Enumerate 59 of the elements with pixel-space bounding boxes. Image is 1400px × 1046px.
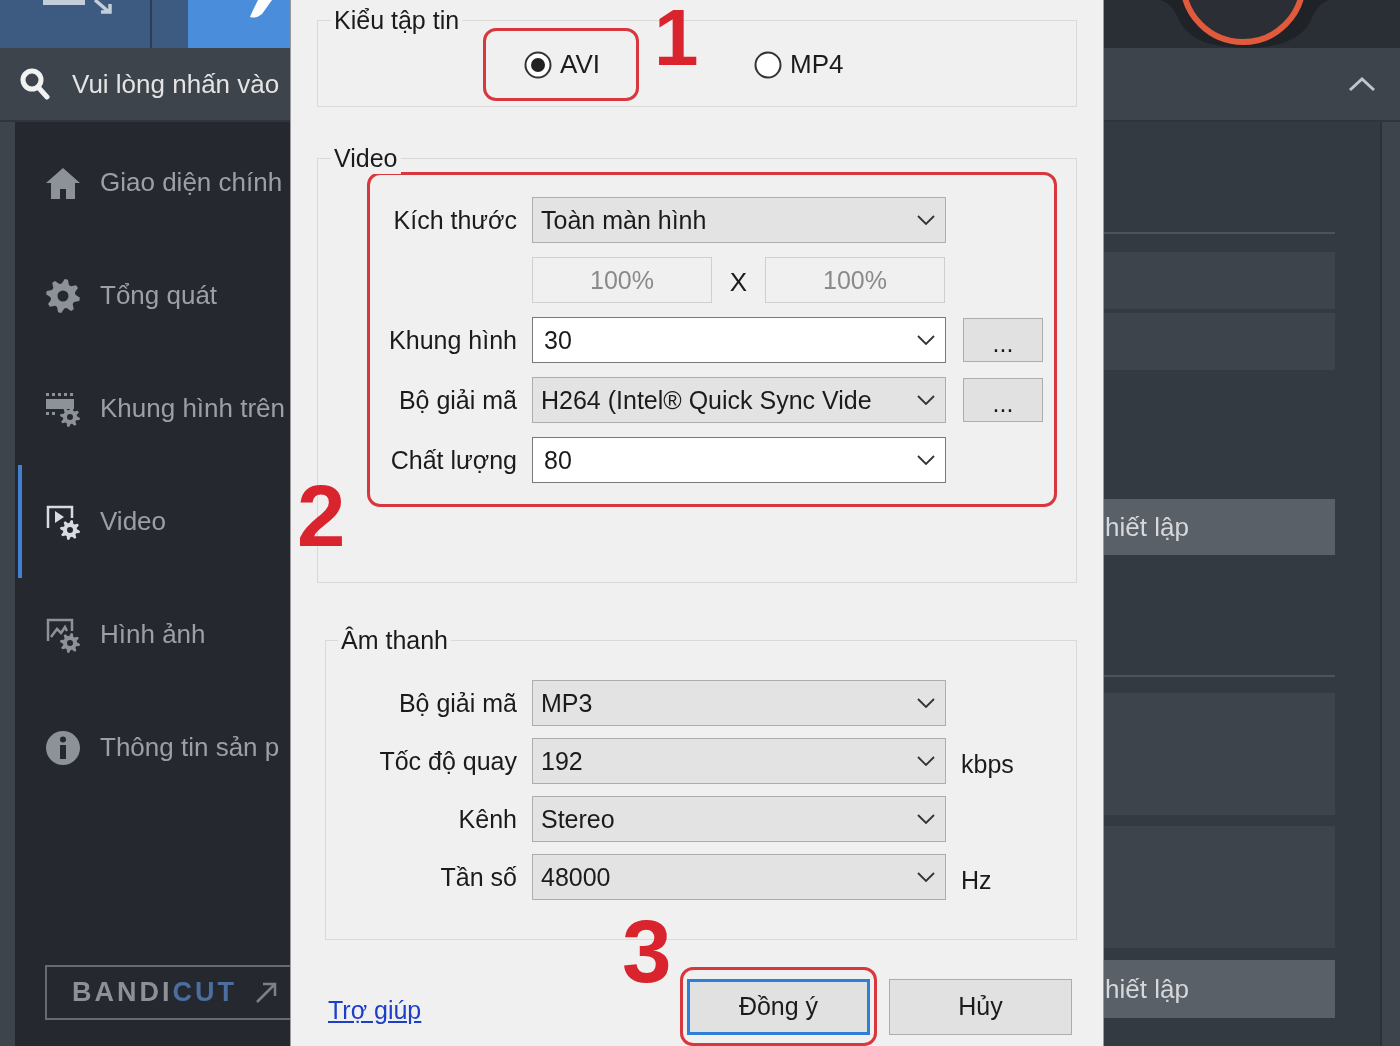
radio-icon[interactable] — [524, 50, 552, 79]
chevron-up-icon[interactable] — [1348, 76, 1376, 92]
field-label: Khung hình — [388, 325, 517, 355]
radio-icon[interactable] — [754, 50, 782, 79]
sidebar-item[interactable]: Khung hình trên — [15, 352, 290, 465]
dropdown[interactable]: MP3 — [532, 680, 946, 726]
field-label: Bộ giải mã — [397, 688, 517, 718]
dropdown[interactable]: H264 (Intel® Quick Sync Vide — [532, 377, 946, 423]
dropdown[interactable]: 192 — [532, 738, 946, 784]
arrow-icon — [255, 981, 277, 1004]
dimension-separator: X — [728, 265, 749, 298]
dropdown[interactable]: 80 — [532, 437, 946, 483]
dropdown[interactable]: 48000 — [532, 854, 946, 900]
chevron-down-icon — [917, 814, 935, 824]
radio-option[interactable]: MP4 — [754, 49, 844, 80]
record-button[interactable] — [1160, 0, 1330, 48]
field-label: Kênh — [457, 804, 517, 834]
chevron-down-icon — [917, 698, 935, 708]
search-field[interactable]: Vui lòng nhấn vào — [72, 64, 290, 104]
dropdown[interactable]: Toàn màn hình — [532, 197, 946, 243]
play-gear-icon — [45, 503, 81, 540]
step-number: 3 — [622, 907, 672, 996]
field-label: Kích thước — [392, 205, 517, 235]
unit-label: kbps — [961, 748, 1014, 779]
chevron-down-icon — [917, 756, 935, 766]
field-label: Chất lượng — [389, 445, 517, 475]
toolbar-tab[interactable] — [188, 0, 290, 48]
sidebar-item[interactable]: Thông tin sản p — [15, 691, 290, 804]
chevron-down-icon — [917, 335, 935, 345]
export-icon — [43, 0, 113, 14]
filmstrip-gear-icon — [45, 390, 81, 427]
field-label: Tần số — [439, 862, 517, 892]
more-button[interactable]: ... — [963, 378, 1043, 422]
dropdown[interactable]: 30 — [532, 317, 946, 363]
gear-icon — [45, 277, 81, 314]
dropdown[interactable]: Stereo — [532, 796, 946, 842]
chevron-down-icon — [917, 872, 935, 882]
pen-icon — [248, 0, 272, 18]
unit-label: Hz — [961, 864, 992, 895]
dialog-button[interactable]: Hủy — [889, 978, 1072, 1035]
image-gear-icon — [45, 616, 81, 653]
search-icon — [20, 68, 50, 100]
chevron-down-icon — [917, 395, 935, 405]
chevron-down-icon — [917, 455, 935, 465]
info-icon — [45, 729, 81, 766]
sidebar-item[interactable]: Tổng quát — [15, 239, 290, 352]
help-link[interactable]: Trợ giúp — [328, 996, 422, 1024]
chevron-down-icon — [917, 215, 935, 225]
sidebar-item[interactable]: Hình ảnh — [15, 578, 290, 691]
radio-option[interactable]: AVI — [524, 49, 600, 80]
settings-button[interactable]: hiết lập — [1104, 499, 1335, 555]
field-label: Tốc độ quay — [378, 746, 517, 776]
more-button[interactable]: ... — [963, 318, 1043, 362]
step-number: 2 — [297, 472, 346, 559]
sidebar-item[interactable]: Giao diện chính — [15, 126, 290, 239]
field-label: Bộ giải mã — [397, 385, 517, 415]
dialog-button[interactable]: Đồng ý — [687, 978, 870, 1035]
step-number: 1 — [654, 0, 699, 78]
settings-button[interactable]: hiết lập — [1104, 960, 1335, 1018]
